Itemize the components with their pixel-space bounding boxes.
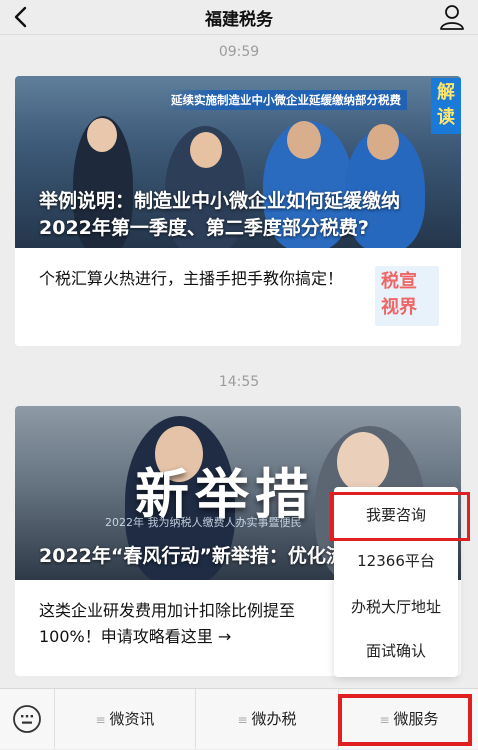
figure-face bbox=[337, 432, 389, 492]
article-card[interactable]: 延续实施制造业中小微企业延缓缴纳部分税费 解读 举例说明：制造业中小微企业如何延… bbox=[15, 76, 461, 346]
page-title: 福建税务 bbox=[205, 10, 273, 30]
message-time: 09:59 bbox=[218, 44, 260, 60]
tab-news[interactable]: ≡ 微资讯 bbox=[54, 689, 195, 749]
menu-lines-icon: ≡ bbox=[95, 713, 106, 727]
figure-face bbox=[87, 118, 117, 152]
keyboard-icon[interactable] bbox=[12, 704, 42, 734]
interpretation-badge: 解读 bbox=[431, 78, 461, 134]
highlight-box-consult bbox=[330, 492, 470, 541]
article-sub-item[interactable]: 这类企业研发费用加计扣除比例提至100%！申请攻略看这里 → bbox=[39, 598, 339, 650]
tab-label: 微资讯 bbox=[109, 710, 155, 728]
cover-banner-text: 延续实施制造业中小微企业延缓缴纳部分税费 bbox=[165, 90, 407, 110]
article-headline[interactable]: 2022年“春风行动”新举措：优化流程 加强对特殊人群的服务保障 bbox=[39, 543, 341, 570]
article-sub-item[interactable]: 个税汇算火热进行，主播手把手教你搞定！ bbox=[39, 266, 359, 292]
figure-face bbox=[367, 124, 399, 160]
menu-lines-icon: ≡ bbox=[237, 713, 248, 727]
highlight-box-services bbox=[338, 694, 472, 746]
tab-tax[interactable]: ≡ 微办税 bbox=[195, 689, 338, 749]
top-bar: 福建税务 bbox=[0, 0, 478, 35]
thumbnail-text-top: 税宣 bbox=[381, 271, 417, 292]
tab-label: 微办税 bbox=[251, 710, 297, 728]
user-profile-icon[interactable] bbox=[438, 3, 466, 31]
cover-sub-caption: 2022年 我为纳税人缴费人办实事暨便民 bbox=[105, 516, 302, 529]
figure-face bbox=[190, 132, 222, 168]
article-cover-image[interactable]: 延续实施制造业中小微企业延缓缴纳部分税费 解读 举例说明：制造业中小微企业如何延… bbox=[15, 76, 461, 248]
figure-face bbox=[287, 121, 321, 159]
thumbnail-text-bottom: 视界 bbox=[381, 297, 417, 318]
menu-item-interview[interactable]: 面试确认 bbox=[334, 629, 458, 673]
menu-item-hall-address[interactable]: 办税大厅地址 bbox=[334, 585, 458, 629]
menu-item-12366[interactable]: 12366平台 bbox=[334, 539, 458, 583]
article-thumbnail[interactable]: 税宣 视界 bbox=[375, 266, 439, 326]
message-time: 14:55 bbox=[218, 374, 260, 390]
article-headline[interactable]: 举例说明：制造业中小微企业如何延缓缴纳2022年第一季度、第二季度部分税费? bbox=[39, 188, 447, 242]
